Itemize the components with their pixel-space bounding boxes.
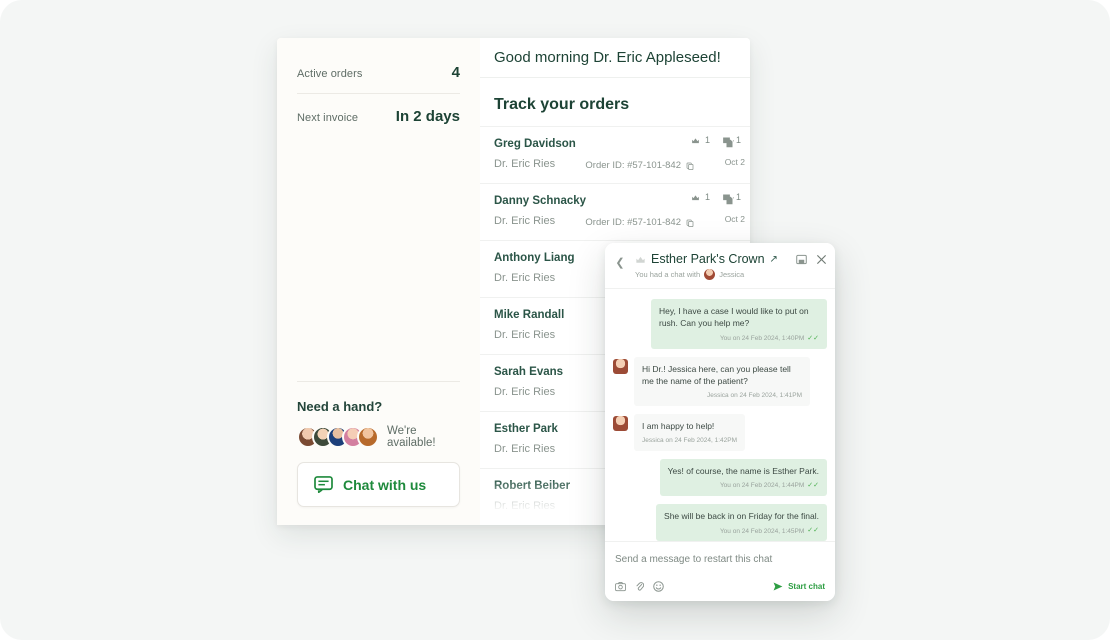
stat-value: 4 — [451, 64, 460, 81]
copy-icon[interactable] — [686, 219, 694, 227]
chat-message-incoming: Hi Dr.! Jessica here, can you please tel… — [613, 356, 827, 406]
start-chat-label: Start chat — [788, 582, 825, 591]
dashboard-sidebar: Active orders 4 Next invoice In 2 days N… — [277, 38, 480, 525]
close-icon[interactable] — [816, 254, 827, 265]
message-timestamp: You on 24 Feb 2024, 1:44PM — [719, 482, 805, 490]
emoji-icon[interactable] — [653, 581, 664, 592]
crown-icon — [692, 137, 699, 143]
start-chat-button[interactable]: Start chat — [773, 582, 825, 591]
chat-header-actions — [796, 252, 827, 265]
chat-with-us-button[interactable]: Chat with us — [297, 462, 460, 507]
avatar — [704, 269, 716, 280]
camera-icon[interactable] — [615, 581, 626, 592]
chat-title-row: Esther Park's Crown ↗ — [635, 252, 792, 266]
avatar — [613, 415, 628, 431]
message-meta: You on 24 Feb 2024, 1:40PM ✓✓ — [659, 334, 819, 344]
message-timestamp: Jessica on 24 Feb 2024, 1:41PM — [706, 392, 802, 400]
need-a-hand-section: Need a hand? We're available! Chat with … — [297, 381, 460, 507]
message-text: Yes! of course, the name is Esther Park. — [667, 465, 819, 476]
read-receipt-icon: ✓✓ — [807, 334, 819, 342]
order-id-text: Order ID: #57-101-842 — [585, 217, 681, 228]
message-input-placeholder[interactable]: Send a message to restart this chat — [615, 554, 825, 565]
message-timestamp: Jessica on 24 Feb 2024, 1:42PM — [642, 437, 738, 445]
count: 1 — [704, 135, 710, 145]
paperclip-icon[interactable] — [635, 581, 644, 592]
message-timestamp: You on 24 Feb 2024, 1:45PM — [719, 527, 805, 535]
chevron-left-icon[interactable]: ❮ — [611, 252, 629, 272]
chat-widget: ❮ Esther Park's Crown ↗ You had a chat w… — [605, 243, 835, 601]
document-icon — [726, 139, 734, 148]
stat-value: In 2 days — [395, 108, 460, 125]
message-bubble: Hi Dr.! Jessica here, can you please tel… — [634, 356, 810, 406]
chat-message-outgoing: Hey, I have a case I would like to put o… — [613, 299, 827, 349]
message-meta: Jessica on 24 Feb 2024, 1:42PM — [642, 436, 737, 445]
order-id[interactable]: Order ID: #57-101-842 — [585, 217, 694, 228]
chat-with-us-label: Chat with us — [343, 476, 427, 493]
availability-row: We're available! — [297, 425, 460, 449]
greeting-header: Good morning Dr. Eric Appleseed! — [480, 38, 750, 78]
message-text: She will be back in on Friday for the fi… — [664, 511, 819, 521]
message-bubble: Hey, I have a case I would like to put o… — [651, 299, 827, 349]
message-text: Hey, I have a case I would like to put o… — [659, 306, 809, 329]
crown-count: 1 — [691, 192, 710, 202]
orders-title: Track your orders — [494, 96, 630, 113]
message-text: Hi Dr.! Jessica here, can you please tel… — [642, 363, 791, 387]
agent-avatars — [297, 426, 379, 448]
chat-title: Esther Park's Crown — [651, 252, 765, 266]
availability-text: We're available! — [387, 425, 436, 449]
chat-message-outgoing: She will be back in on Friday for the fi… — [613, 504, 827, 541]
avatar — [357, 426, 379, 448]
crown-icon — [692, 194, 699, 200]
order-date: Oct 2 — [724, 157, 745, 167]
stat-label: Active orders — [297, 68, 363, 80]
minimize-icon[interactable] — [796, 254, 807, 265]
message-meta: You on 24 Feb 2024, 1:44PM ✓✓ — [668, 481, 819, 491]
need-a-hand-title: Need a hand? — [297, 399, 383, 414]
table-row[interactable]: Greg Davidson Dr. Eric Ries 1 1 Oct 2 Or… — [480, 126, 750, 183]
chat-agent-name: Jessica — [719, 270, 745, 279]
send-icon — [773, 582, 783, 591]
order-date: Oct 2 — [724, 214, 745, 224]
message-meta: You on 24 Feb 2024, 1:45PM ✓✓ — [664, 526, 819, 536]
stat-next-invoice: Next invoice In 2 days — [297, 93, 460, 137]
copy-icon[interactable] — [686, 162, 694, 170]
chat-message-list[interactable]: Hey, I have a case I would like to put o… — [605, 289, 835, 541]
order-date-block: Oct 2 — [725, 135, 745, 167]
count: 1 — [704, 192, 710, 202]
message-bubble: She will be back in on Friday for the fi… — [656, 504, 827, 541]
composer-tools — [615, 581, 664, 592]
chat-subtitle-row: You had a chat with Jessica — [635, 269, 792, 280]
message-timestamp: You on 24 Feb 2024, 1:40PM — [719, 334, 805, 342]
document-icon — [726, 196, 734, 205]
stat-active-orders: Active orders 4 — [297, 56, 460, 93]
app-canvas: Active orders 4 Next invoice In 2 days N… — [0, 0, 1110, 640]
order-id-text: Order ID: #57-101-842 — [585, 160, 681, 171]
stat-label: Next invoice — [297, 112, 359, 124]
chat-message-incoming: I am happy to help! Jessica on 24 Feb 20… — [613, 413, 827, 451]
read-receipt-icon: ✓✓ — [807, 527, 819, 535]
composer-footer: Start chat — [615, 581, 825, 592]
chat-bubble-icon — [314, 476, 333, 493]
message-meta: Jessica on 24 Feb 2024, 1:41PM — [642, 391, 802, 400]
chat-message-outgoing: Yes! of course, the name is Esther Park.… — [613, 458, 827, 496]
chat-subtitle-prefix: You had a chat with — [635, 270, 701, 279]
message-bubble: Yes! of course, the name is Esther Park.… — [659, 458, 827, 496]
chat-composer: Send a message to restart this chat Star… — [605, 541, 835, 601]
crown-count: 1 — [691, 135, 710, 145]
message-bubble: I am happy to help! Jessica on 24 Feb 20… — [634, 413, 746, 451]
order-date-block: Oct 2 — [725, 192, 745, 224]
table-row[interactable]: Danny Schnacky Dr. Eric Ries 1 1 Oct 2 O… — [480, 183, 750, 240]
avatar — [613, 358, 628, 374]
chat-title-block: Esther Park's Crown ↗ You had a chat wit… — [633, 252, 792, 280]
chat-header: ❮ Esther Park's Crown ↗ You had a chat w… — [605, 243, 835, 289]
order-id[interactable]: Order ID: #57-101-842 — [585, 160, 694, 171]
message-text: I am happy to help! — [642, 420, 715, 431]
divider — [297, 381, 460, 382]
arrow-up-right-icon[interactable]: ↗ — [770, 254, 778, 265]
read-receipt-icon: ✓✓ — [807, 481, 819, 489]
crown-icon — [636, 256, 645, 263]
